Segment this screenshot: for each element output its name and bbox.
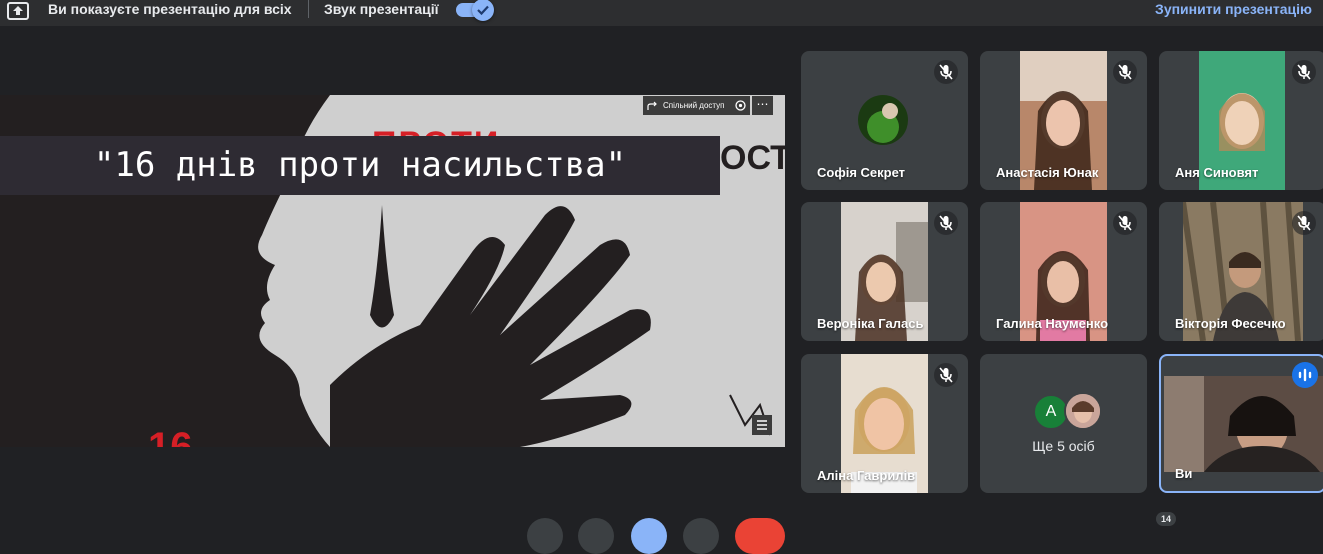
speaking-indicator xyxy=(1292,362,1318,388)
control-button[interactable] xyxy=(527,518,563,554)
leave-call-button[interactable] xyxy=(735,518,785,554)
slide-bottom-partial: 16 ... xyxy=(148,425,237,447)
more-icon: ⋯ xyxy=(756,97,769,111)
presentation-sound-label: Звук презентації xyxy=(324,1,439,17)
participant-tile-self[interactable]: Ви xyxy=(1159,354,1323,493)
participant-name: Софія Секрет xyxy=(817,165,906,180)
mic-off-icon xyxy=(1297,215,1311,231)
participant-tile[interactable]: Вікторія Фесечко xyxy=(1159,202,1323,341)
participant-tile[interactable]: Галина Науменко xyxy=(980,202,1147,341)
gear-icon xyxy=(735,100,746,111)
presenting-status-text: Ви показуєте презентацію для всіх xyxy=(48,1,292,17)
participant-name: Галина Науменко xyxy=(996,316,1109,331)
control-button[interactable] xyxy=(683,518,719,554)
mic-off-icon xyxy=(939,215,953,231)
presentation-sound-toggle[interactable] xyxy=(456,0,494,21)
more-options-button[interactable]: ⋯ xyxy=(752,96,773,115)
mic-off-icon xyxy=(1297,64,1311,80)
participant-tile[interactable]: Софія Секрет xyxy=(801,51,968,190)
participant-tile[interactable]: Аня Синовят xyxy=(1159,51,1323,190)
control-button[interactable] xyxy=(578,518,614,554)
mic-off-indicator xyxy=(934,363,958,387)
participant-tile[interactable]: Вероніка Галась xyxy=(801,202,968,341)
participant-name: Анастасія Юнак xyxy=(996,165,1099,180)
presentation-slide: ПРОТИ ОСТЕ "16 днів проти насильства" 16… xyxy=(0,95,785,447)
avatar xyxy=(858,95,908,145)
share-icon xyxy=(647,101,657,110)
speaking-icon xyxy=(1298,368,1312,382)
mic-off-indicator xyxy=(1292,60,1316,84)
speaker-notes-button[interactable] xyxy=(752,415,772,435)
mic-off-indicator xyxy=(1292,211,1316,235)
settings-button[interactable] xyxy=(731,96,750,115)
mic-off-icon xyxy=(939,367,953,383)
participant-name: Аня Синовят xyxy=(1175,165,1259,180)
share-button[interactable]: Спільний доступ xyxy=(643,96,731,115)
topbar-divider xyxy=(308,0,309,18)
mic-off-icon xyxy=(1118,64,1132,80)
participant-tile[interactable]: Аліна Гаврилів xyxy=(801,354,968,493)
mic-off-indicator xyxy=(1113,211,1137,235)
mic-off-icon xyxy=(939,64,953,80)
participant-name: Аліна Гаврилів xyxy=(817,468,916,483)
mic-off-indicator xyxy=(934,60,958,84)
toggle-knob xyxy=(472,0,494,21)
presenting-bar: Ви показуєте презентацію для всіх Звук п… xyxy=(0,0,1323,26)
participant-tile[interactable]: Анастасія Юнак xyxy=(980,51,1147,190)
present-control-button[interactable] xyxy=(631,518,667,554)
check-icon xyxy=(477,5,489,16)
participant-name: Ви xyxy=(1175,466,1193,481)
avatar xyxy=(1064,392,1102,430)
more-participants-tile[interactable]: A Ще 5 осіб xyxy=(980,354,1147,493)
more-participants-avatars: A Ще 5 осіб xyxy=(980,354,1147,493)
notes-icon xyxy=(757,420,767,430)
participant-name: Вероніка Галась xyxy=(817,316,924,331)
participant-name: Вікторія Фесечко xyxy=(1175,316,1286,331)
mic-off-indicator xyxy=(934,211,958,235)
stop-presenting-button[interactable]: Зупинити презентацію xyxy=(1155,0,1312,18)
slide-title: "16 днів проти насильства" xyxy=(93,145,627,185)
more-participants-label: Ще 5 осіб xyxy=(1032,438,1095,454)
share-label: Спільний доступ xyxy=(663,101,725,110)
mic-off-indicator xyxy=(1113,60,1137,84)
present-screen-icon xyxy=(7,2,29,20)
slide-right-word: ОСТЕ xyxy=(720,139,785,177)
mic-off-icon xyxy=(1118,215,1132,231)
slide-title-banner: "16 днів проти насильства" xyxy=(0,136,720,195)
